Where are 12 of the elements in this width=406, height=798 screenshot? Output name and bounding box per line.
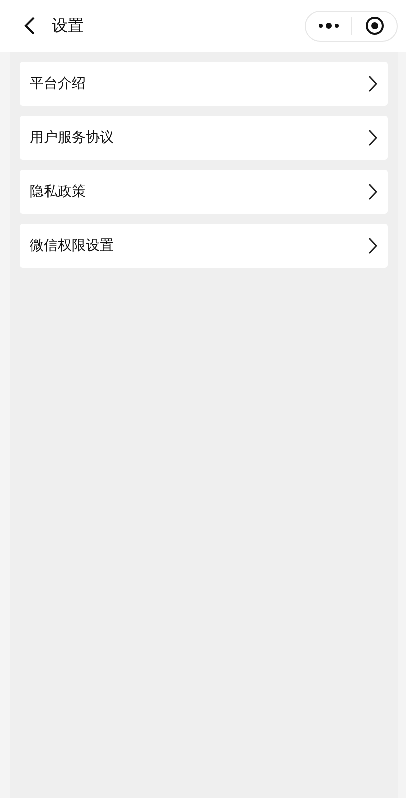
- chevron-left-icon: [23, 16, 37, 36]
- chevron-right-icon: [368, 237, 378, 255]
- chevron-right-icon: [368, 75, 378, 93]
- target-icon: [364, 16, 384, 36]
- settings-item[interactable]: 微信权限设置: [20, 224, 388, 268]
- settings-item[interactable]: 用户服务协议: [20, 116, 388, 160]
- settings-item[interactable]: 隐私政策: [20, 170, 388, 214]
- page-title: 设置: [52, 16, 85, 36]
- settings-item[interactable]: 平台介绍: [20, 62, 388, 106]
- chevron-right-icon: [368, 129, 378, 147]
- chevron-right-icon: [368, 183, 378, 201]
- more-icon: [318, 23, 340, 29]
